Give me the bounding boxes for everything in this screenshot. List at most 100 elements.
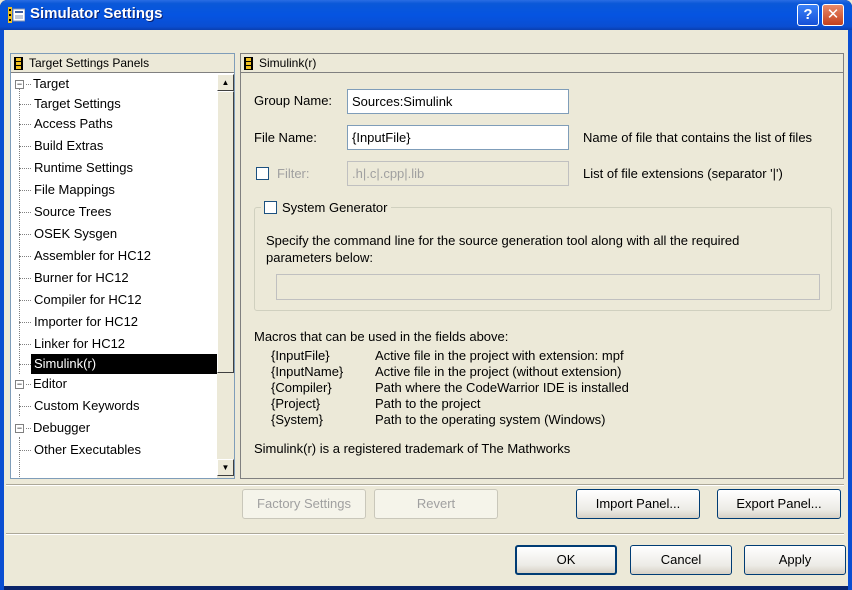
macro-name: {System}: [271, 412, 324, 427]
tree-item-runtime-settings[interactable]: Runtime Settings: [19, 158, 217, 178]
tree-item-label: Debugger: [33, 420, 91, 435]
tree-item-label: File Mappings: [34, 182, 115, 197]
tree-item-label: Assembler for HC12: [34, 248, 152, 263]
system-generator-checkbox[interactable]: [264, 201, 277, 215]
tree-item-osek-sysgen[interactable]: OSEK Sysgen: [19, 224, 217, 244]
title-bar[interactable]: Simulator Settings ? ✕: [0, 0, 852, 30]
command-line-input[interactable]: [276, 274, 820, 300]
factory-settings-button[interactable]: Factory Settings: [242, 489, 366, 519]
window-border-right: [848, 30, 852, 590]
macro-row: {Compiler} Path where the CodeWarrior IDE…: [271, 380, 629, 395]
tree-header-label: Target Settings Panels: [29, 56, 150, 70]
panel-header-icon: [244, 57, 253, 70]
tree-item-build-extras[interactable]: Build Extras: [19, 136, 217, 156]
tree-connector: [19, 212, 31, 213]
macros-title: Macros that can be used in the fields ab…: [254, 329, 509, 344]
tree-item-source-trees[interactable]: Source Trees: [19, 202, 217, 222]
macro-desc: Active file in the project (without exte…: [375, 364, 622, 379]
tree-item-label: Target: [33, 76, 70, 91]
tree-item-label: Compiler for HC12: [34, 292, 142, 307]
apply-button[interactable]: Apply: [744, 545, 846, 575]
tree-connector: [19, 322, 31, 323]
tree-item-target[interactable]: − Target: [15, 74, 215, 94]
tree-item-label: Source Trees: [34, 204, 112, 219]
system-generator-title: System Generator: [261, 199, 391, 216]
tree-header: Target Settings Panels: [11, 54, 234, 73]
separator: [6, 484, 844, 486]
system-generator-description: Specify the command line for the source …: [266, 233, 740, 248]
tree-item-label: Build Extras: [34, 138, 104, 153]
tree-item-label: Linker for HC12: [34, 336, 126, 351]
collapse-icon[interactable]: −: [15, 380, 24, 389]
tree-item-compiler[interactable]: Compiler for HC12: [19, 290, 217, 310]
revert-button[interactable]: Revert: [374, 489, 498, 519]
filter-input[interactable]: .h|.c|.cpp|.lib: [347, 161, 569, 186]
tree-item-file-mappings[interactable]: File Mappings: [19, 180, 217, 200]
tree-connector: [19, 364, 31, 365]
tree-connector: [19, 234, 31, 235]
tree-connector: [19, 300, 31, 301]
group-name-input[interactable]: Sources:Simulink: [347, 89, 569, 114]
tree-scrollbar[interactable]: ▲ ▼: [217, 74, 234, 478]
scroll-up-arrow-icon[interactable]: ▲: [217, 74, 234, 91]
tree-item-label: Runtime Settings: [34, 160, 133, 175]
collapse-icon[interactable]: −: [15, 424, 24, 433]
tree-connector: [19, 104, 31, 105]
tree-item-importer[interactable]: Importer for HC12: [19, 312, 217, 332]
trademark-note: Simulink(r) is a registered trademark of…: [254, 441, 571, 456]
tree-item-label: Other Executables: [34, 442, 141, 457]
tree-item-linker[interactable]: Linker for HC12: [19, 334, 217, 354]
window-title: Simulator Settings: [30, 5, 163, 22]
panel-header-icon: [14, 57, 23, 70]
filter-hint: List of file extensions (separator '|'): [583, 166, 783, 181]
help-button[interactable]: ?: [797, 4, 819, 26]
tree-item-simulink[interactable]: Simulink(r): [19, 354, 217, 374]
tree-connector: [19, 406, 31, 407]
tree-connector: [19, 450, 31, 451]
tree-item-label: Burner for HC12: [34, 270, 129, 285]
ok-button[interactable]: OK: [515, 545, 617, 575]
tree-item-other-executables[interactable]: Other Executables: [19, 440, 217, 460]
macro-name: {InputFile}: [271, 348, 330, 363]
tree-connector: [19, 146, 31, 147]
import-panel-button[interactable]: Import Panel...: [576, 489, 700, 519]
tree-connector: [19, 168, 31, 169]
macro-desc: Path where the CodeWarrior IDE is instal…: [375, 380, 629, 395]
collapse-icon[interactable]: −: [15, 80, 24, 89]
cancel-button[interactable]: Cancel: [630, 545, 732, 575]
settings-tree[interactable]: − Target Target Settings Access Paths Bu…: [11, 74, 217, 478]
separator: [6, 533, 844, 535]
tree-item-assembler[interactable]: Assembler for HC12: [19, 246, 217, 266]
tree-item-access-paths[interactable]: Access Paths: [19, 114, 217, 134]
macro-row: {InputFile} Active file in the project wi…: [271, 348, 624, 363]
system-generator-description-2: parameters below:: [266, 250, 373, 265]
filter-checkbox[interactable]: [256, 167, 269, 180]
scrollbar-thumb[interactable]: [217, 91, 234, 373]
group-name-label: Group Name:: [254, 93, 333, 108]
close-button[interactable]: ✕: [822, 4, 844, 26]
app-icon: [8, 7, 25, 23]
tree-connector: [26, 84, 31, 85]
file-name-input[interactable]: {InputFile}: [347, 125, 569, 150]
scroll-down-arrow-icon[interactable]: ▼: [217, 459, 234, 476]
tree-item-label: Access Paths: [34, 116, 113, 131]
system-generator-group: System Generator Specify the command lin…: [254, 199, 832, 311]
macro-name: {Project}: [271, 396, 321, 411]
tree-item-burner[interactable]: Burner for HC12: [19, 268, 217, 288]
export-panel-button[interactable]: Export Panel...: [717, 489, 841, 519]
macro-row: {InputName} Active file in the project (w…: [271, 364, 621, 379]
tree-item-target-settings[interactable]: Target Settings: [19, 94, 217, 114]
tree-connector: [19, 278, 31, 279]
macro-row: {Project} Path to the project: [271, 396, 481, 411]
tree-connector: [26, 384, 31, 385]
tree-item-custom-keywords[interactable]: Custom Keywords: [19, 396, 217, 416]
tree-item-editor[interactable]: − Editor: [15, 374, 215, 394]
filter-label: Filter:: [277, 166, 310, 181]
macro-desc: Path to the operating system (Windows): [375, 412, 606, 427]
tree-item-label: OSEK Sysgen: [34, 226, 118, 241]
macro-name: {Compiler}: [271, 380, 332, 395]
file-name-hint: Name of file that contains the list of f…: [583, 130, 813, 145]
system-generator-label: System Generator: [282, 200, 388, 216]
tree-connector: [19, 124, 31, 125]
tree-item-debugger[interactable]: − Debugger: [15, 418, 215, 438]
